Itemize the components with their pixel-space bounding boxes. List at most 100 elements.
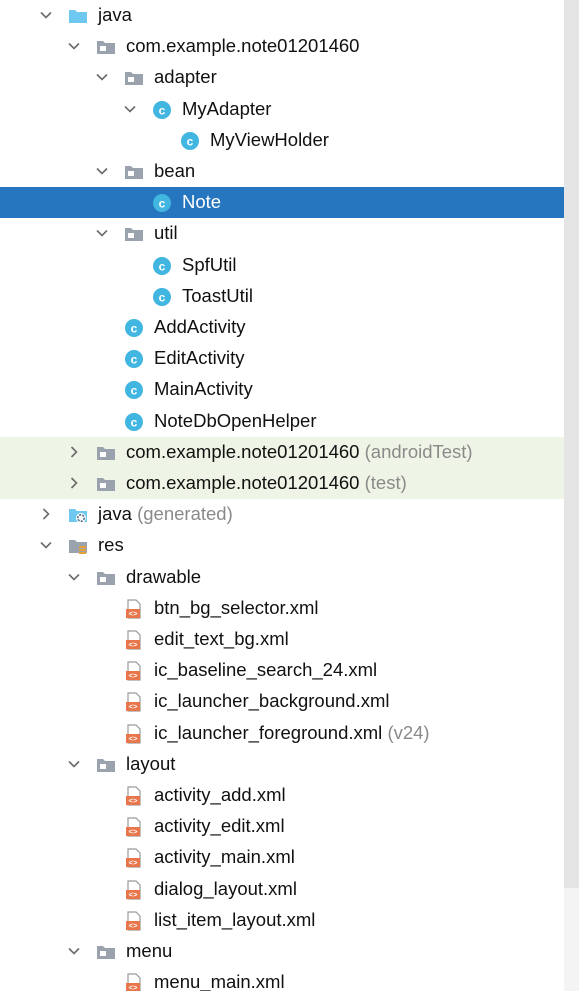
tree-row[interactable]: c Note	[0, 187, 579, 219]
tree-row-label: MyAdapter	[182, 97, 271, 121]
tree-row[interactable]: <> activity_main.xml	[0, 842, 579, 873]
tree-row-label: Note	[182, 190, 221, 214]
tree-row[interactable]: c SpfUtil	[0, 250, 579, 281]
tree-row-name: Note	[182, 191, 222, 213]
svg-text:c: c	[131, 353, 138, 367]
tree-row-label: menu_main.xml	[154, 970, 285, 991]
tree-row[interactable]: c EditActivity	[0, 343, 579, 374]
xml-file-icon: <>	[124, 692, 144, 713]
tree-row[interactable]: c AddActivity	[0, 312, 579, 343]
tree-row[interactable]: drawable	[0, 562, 579, 593]
package-folder-icon	[124, 162, 144, 182]
tree-row[interactable]: <> ic_baseline_search_24.xml	[0, 655, 579, 686]
tree-row[interactable]: c ToastUtil	[0, 281, 579, 312]
tree-row[interactable]: res	[0, 530, 579, 561]
svg-text:<>: <>	[128, 736, 138, 744]
tree-row[interactable]: <> menu_main.xml	[0, 967, 579, 991]
tree-row[interactable]: <> ic_launcher_background.xml	[0, 686, 579, 717]
tree-row[interactable]: bean	[0, 156, 579, 187]
package-folder-icon	[124, 224, 144, 244]
chevron-down-icon[interactable]	[66, 569, 82, 585]
tree-row-label: com.example.note01201460 (test)	[126, 471, 407, 495]
xml-file-icon: <>	[124, 911, 144, 931]
tree-row-label: res	[98, 533, 124, 557]
tree-row[interactable]: java	[0, 0, 579, 31]
tree-row-name: menu	[126, 940, 173, 961]
tree-row-label: MyViewHolder	[210, 128, 329, 152]
chevron-right-icon[interactable]	[66, 444, 82, 460]
chevron-down-icon[interactable]	[66, 38, 82, 54]
tree-row[interactable]: com.example.note01201460	[0, 31, 579, 62]
tree-row[interactable]: <> edit_text_bg.xml	[0, 624, 579, 655]
chevron-down-icon[interactable]	[94, 163, 110, 179]
tree-row[interactable]: adapter	[0, 62, 579, 93]
tree-row[interactable]: com.example.note01201460 (androidTest)	[0, 436, 579, 468]
tree-row-name: java	[98, 503, 132, 525]
tree-row[interactable]: <> list_item_layout.xml	[0, 905, 579, 936]
chevron-down-icon[interactable]	[66, 943, 82, 959]
tree-row[interactable]: <> activity_add.xml	[0, 780, 579, 811]
tree-row-name: edit_text_bg.xml	[154, 628, 289, 649]
tree-row[interactable]: c MyAdapter	[0, 94, 579, 125]
svg-text:c: c	[159, 259, 166, 273]
tree-row-name: drawable	[126, 565, 202, 587]
chevron-down-icon[interactable]	[94, 69, 110, 85]
tree-row[interactable]: com.example.note01201460 (test)	[0, 468, 579, 499]
tree-row-name: activity_add.xml	[154, 784, 286, 805]
xml-file-icon: <>	[124, 723, 144, 744]
chevron-down-icon[interactable]	[94, 225, 110, 241]
class-icon: c	[124, 349, 144, 369]
tree-row[interactable]: c MainActivity	[0, 374, 579, 405]
tree-row-name: ToastUtil	[182, 284, 253, 306]
chevron-right-icon[interactable]	[66, 475, 82, 491]
tree-row-label: dialog_layout.xml	[154, 877, 297, 901]
tree-row-suffix: (androidTest)	[364, 440, 473, 462]
resource-folder-icon	[68, 536, 88, 556]
xml-file-icon: <>	[124, 661, 144, 681]
tree-row[interactable]: layout	[0, 749, 579, 780]
tree-row-label: com.example.note01201460 (androidTest)	[126, 440, 473, 464]
tree-row[interactable]: c MyViewHolder	[0, 125, 579, 156]
chevron-right-icon[interactable]	[38, 506, 54, 522]
svg-text:<>: <>	[128, 923, 138, 931]
svg-text:c: c	[131, 415, 138, 429]
chevron-down-icon[interactable]	[66, 756, 82, 772]
tree-row-name: MainActivity	[154, 378, 253, 400]
svg-text:c: c	[159, 103, 166, 117]
tree-row[interactable]: c NoteDbOpenHelper	[0, 406, 579, 437]
tree-row-label: util	[154, 221, 178, 245]
tree-row[interactable]: <> btn_bg_selector.xml	[0, 593, 579, 624]
xml-file-icon: <>	[124, 630, 144, 650]
tree-row-name: com.example.note01201460	[126, 440, 360, 462]
package-folder-icon	[96, 443, 116, 463]
tree-row-label: MainActivity	[154, 377, 253, 401]
svg-text:<>: <>	[128, 705, 138, 713]
tree-row[interactable]: java (generated)	[0, 499, 579, 530]
chevron-down-icon[interactable]	[38, 7, 54, 23]
tree-row-label: java	[98, 3, 132, 27]
class-icon: c	[180, 131, 200, 151]
tree-row-label: layout	[126, 752, 175, 776]
chevron-down-icon[interactable]	[38, 537, 54, 553]
tree-row[interactable]: menu	[0, 936, 579, 967]
tree-row-label: edit_text_bg.xml	[154, 627, 289, 651]
generated-source-folder-icon	[68, 505, 88, 525]
class-icon: c	[152, 193, 172, 213]
tree-row-name: btn_bg_selector.xml	[154, 596, 319, 618]
class-icon: c	[124, 318, 144, 338]
tree-row[interactable]: <> activity_edit.xml	[0, 811, 579, 842]
tree-row[interactable]: <> dialog_layout.xml	[0, 874, 579, 905]
chevron-down-icon[interactable]	[122, 101, 138, 117]
tree-row-label: ic_launcher_background.xml	[154, 689, 390, 713]
xml-file-icon: <>	[124, 973, 144, 991]
svg-text:<>: <>	[128, 892, 138, 900]
tree-row[interactable]: util	[0, 218, 579, 249]
xml-file-icon: <>	[124, 848, 144, 869]
svg-text:<>: <>	[128, 829, 138, 837]
package-folder-icon	[96, 568, 116, 588]
tree-row[interactable]: <> ic_launcher_foreground.xml (v24)	[0, 718, 579, 749]
vertical-scrollbar-thumb[interactable]	[564, 0, 579, 888]
tree-row-label: ic_baseline_search_24.xml	[154, 658, 377, 682]
xml-file-icon: <>	[124, 786, 144, 806]
svg-text:c: c	[131, 322, 138, 336]
